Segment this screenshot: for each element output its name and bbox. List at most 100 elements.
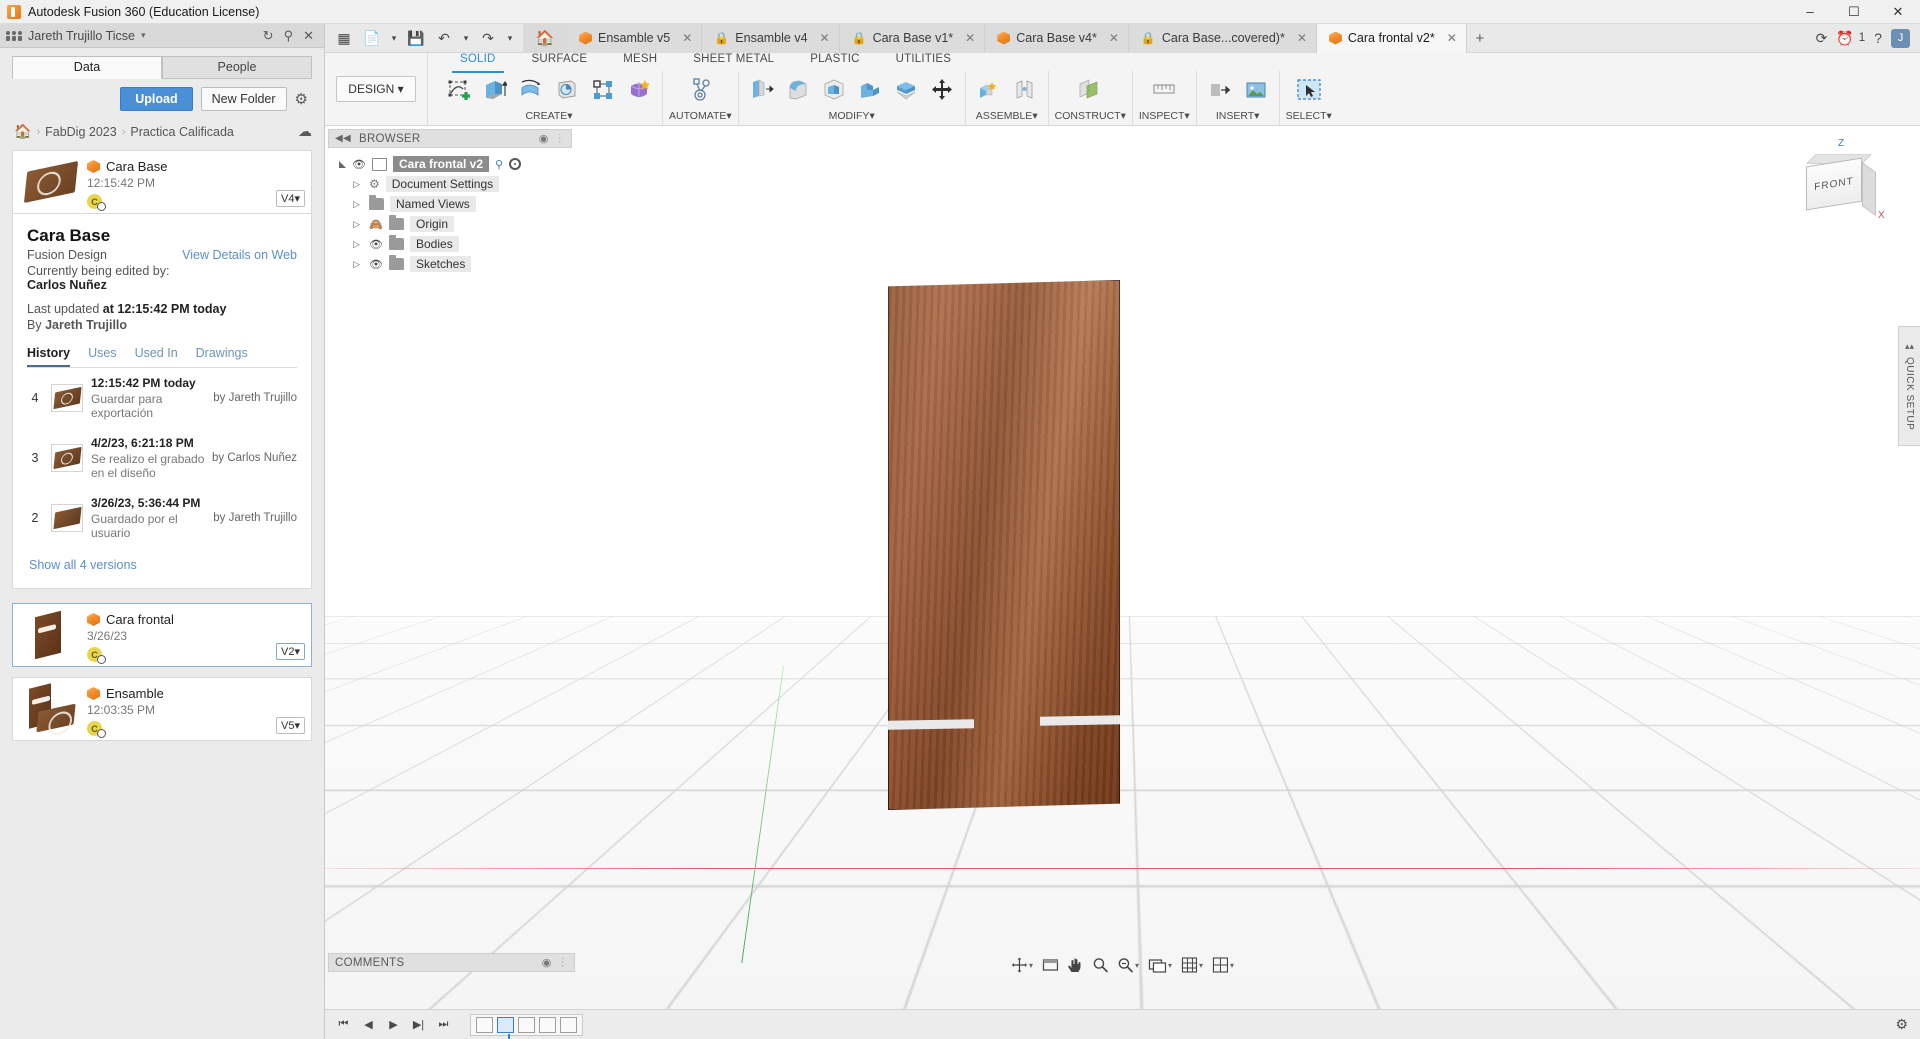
shell-icon[interactable] <box>817 73 851 107</box>
tree-node-named-views[interactable]: ▷ Named Views <box>331 194 572 214</box>
tree-node-document-settings[interactable]: ▷ ⚙ Document Settings <box>331 174 572 194</box>
view-cube-front-face[interactable]: FRONT <box>1806 157 1862 211</box>
tree-node-bodies[interactable]: ▷ 👁 Bodies <box>331 234 572 254</box>
view-cube[interactable]: FRONT Z X <box>1792 138 1888 228</box>
circle-icon[interactable] <box>509 158 522 170</box>
version-pill-cara-frontal[interactable]: V2▾ <box>276 643 305 660</box>
visibility-icon[interactable]: 👁 <box>369 238 383 251</box>
step-back-icon[interactable]: ◀ <box>358 1014 379 1035</box>
timeline-feature-extrude-2[interactable] <box>539 1016 556 1033</box>
create-sketch-icon[interactable] <box>442 73 476 107</box>
undo-icon[interactable]: ↶ <box>431 26 457 50</box>
refresh-job-icon[interactable]: ⟳ <box>1816 30 1828 47</box>
maximize-button[interactable]: ☐ <box>1832 0 1876 24</box>
timeline-feature-sketch[interactable] <box>476 1016 493 1033</box>
document-tab-cara-base-v4[interactable]: Cara Base v4* ✕ <box>985 23 1129 53</box>
new-file-icon[interactable]: 📄 <box>359 26 385 50</box>
visibility-icon[interactable]: 👁 <box>352 158 366 171</box>
history-row[interactable]: 3 4/2/23, 6:21:18 PM Se realizo el graba… <box>27 428 297 488</box>
tab-used-in[interactable]: Used In <box>135 346 178 367</box>
emboss-icon[interactable] <box>622 73 656 107</box>
extrude-icon[interactable] <box>478 73 512 107</box>
version-pill-ensamble[interactable]: V5▾ <box>276 717 305 734</box>
document-tab-ensamble-v4[interactable]: 🔒 Ensamble v4 ✕ <box>702 23 840 53</box>
viewports-icon[interactable]: ▾ <box>1209 954 1237 976</box>
home-icon[interactable]: 🏠 <box>14 123 31 140</box>
tab-surface[interactable]: SURFACE <box>514 53 606 71</box>
close-panel-icon[interactable]: ✕ <box>303 29 314 42</box>
file-card-cara-frontal[interactable]: Cara frontal 3/26/23 C V2▾ <box>12 603 312 667</box>
tab-utilities[interactable]: UTILITIES <box>878 53 969 71</box>
search-icon[interactable]: ⚲ <box>495 158 503 171</box>
chevron-down-icon[interactable]: ▾ <box>459 26 473 50</box>
timeline-feature-extrude[interactable] <box>497 1016 514 1033</box>
file-card-ensamble[interactable]: Ensamble 12:03:35 PM C V5▾ <box>12 677 312 741</box>
draft-icon[interactable] <box>853 73 887 107</box>
gear-icon[interactable]: ⚙ <box>295 90 308 108</box>
tab-people[interactable]: People <box>162 56 312 79</box>
globe-icon[interactable]: ☁ <box>298 123 312 140</box>
automate-icon[interactable] <box>679 73 721 107</box>
expand-arrow-icon[interactable]: ▷ <box>353 179 363 190</box>
tree-node-cara-frontal-v2[interactable]: 👁 Cara frontal v2 ⚲ <box>331 154 572 174</box>
sweep-icon[interactable] <box>550 73 584 107</box>
history-row[interactable]: 4 12:15:42 PM today Guardar para exporta… <box>27 368 297 428</box>
expand-arrow-icon[interactable]: ▷ <box>353 219 363 230</box>
offset-plane-icon[interactable] <box>1069 73 1111 107</box>
show-all-versions-link[interactable]: Show all 4 versions <box>27 548 297 578</box>
chevron-down-icon[interactable]: ▾ <box>503 26 517 50</box>
visibility-icon[interactable]: 🙈 <box>369 218 383 231</box>
tab-data[interactable]: Data <box>12 56 162 79</box>
tab-uses[interactable]: Uses <box>88 346 116 367</box>
close-button[interactable]: ✕ <box>1876 0 1920 24</box>
timeline-track[interactable] <box>470 1013 583 1039</box>
chevron-down-icon[interactable]: ▾ <box>141 30 146 41</box>
chevron-down-icon[interactable]: ▾ <box>387 26 401 50</box>
avatar[interactable]: J <box>1891 28 1910 48</box>
expand-arrow-icon[interactable]: ▷ <box>353 259 363 270</box>
breadcrumb-item-fabdig[interactable]: FabDig 2023 <box>45 125 117 139</box>
pan-icon[interactable] <box>1064 954 1086 976</box>
close-icon[interactable]: ✕ <box>965 31 975 45</box>
pattern-icon[interactable] <box>586 73 620 107</box>
version-pill-cara-base[interactable]: V4▾ <box>276 190 305 207</box>
step-forward-icon[interactable]: ▶| <box>408 1014 429 1035</box>
view-details-link[interactable]: View Details on Web <box>182 248 297 262</box>
view-cube-right-face[interactable] <box>1862 162 1876 217</box>
close-icon[interactable]: ✕ <box>1297 31 1307 45</box>
file-card-cara-base[interactable]: Cara Base 12:15:42 PM C V4▾ <box>12 150 312 214</box>
document-tab-cara-frontal-v2[interactable]: Cara frontal v2* ✕ <box>1316 23 1467 53</box>
grid-apps-icon[interactable]: ▦ <box>331 26 357 50</box>
close-icon[interactable]: ✕ <box>682 31 692 45</box>
user-name[interactable]: Jareth Trujillo Ticse <box>28 29 135 43</box>
refresh-icon[interactable]: ↻ <box>263 29 274 42</box>
tab-sheet-metal[interactable]: SHEET METAL <box>675 53 792 71</box>
new-folder-button[interactable]: New Folder <box>200 87 287 111</box>
grip-icon[interactable]: ⋮ <box>555 133 565 144</box>
jump-start-icon[interactable]: ⏮ <box>333 1014 354 1035</box>
orbit-icon[interactable]: ▾ <box>1008 954 1036 976</box>
document-tab-cara-base-v1[interactable]: 🔒 Cara Base v1* ✕ <box>839 23 986 53</box>
pin-icon[interactable]: ◉ <box>542 956 552 969</box>
tab-mesh[interactable]: MESH <box>605 53 675 71</box>
tab-plastic[interactable]: PLASTIC <box>792 53 877 71</box>
fillet-icon[interactable] <box>781 73 815 107</box>
select-cursor-icon[interactable] <box>1288 73 1330 107</box>
document-tab-ensamble-v5[interactable]: Ensamble v5 ✕ <box>567 23 703 53</box>
grid-snaps-icon[interactable]: ▾ <box>1178 954 1206 976</box>
pin-icon[interactable]: ◉ <box>539 132 549 145</box>
scale-icon[interactable] <box>889 73 923 107</box>
insert-derive-icon[interactable] <box>1203 73 1237 107</box>
insert-canvas-icon[interactable] <box>1239 73 1273 107</box>
expand-arrow-icon[interactable] <box>339 160 346 168</box>
new-tab-button[interactable]: + <box>1467 24 1493 53</box>
revolve-icon[interactable] <box>514 73 548 107</box>
tree-node-origin[interactable]: ▷ 🙈 Origin <box>331 214 572 234</box>
close-icon[interactable]: ✕ <box>1109 31 1119 45</box>
comments-panel[interactable]: COMMENTS ◉ ⋮ <box>328 953 575 972</box>
timeline-feature-sketch-2[interactable] <box>518 1016 535 1033</box>
grip-icon[interactable]: ⋮ <box>558 957 568 968</box>
move-copy-icon[interactable] <box>925 73 959 107</box>
timeline-settings-gear-icon[interactable]: ⚙ <box>1895 1016 1912 1033</box>
help-icon[interactable]: ? <box>1874 30 1882 46</box>
